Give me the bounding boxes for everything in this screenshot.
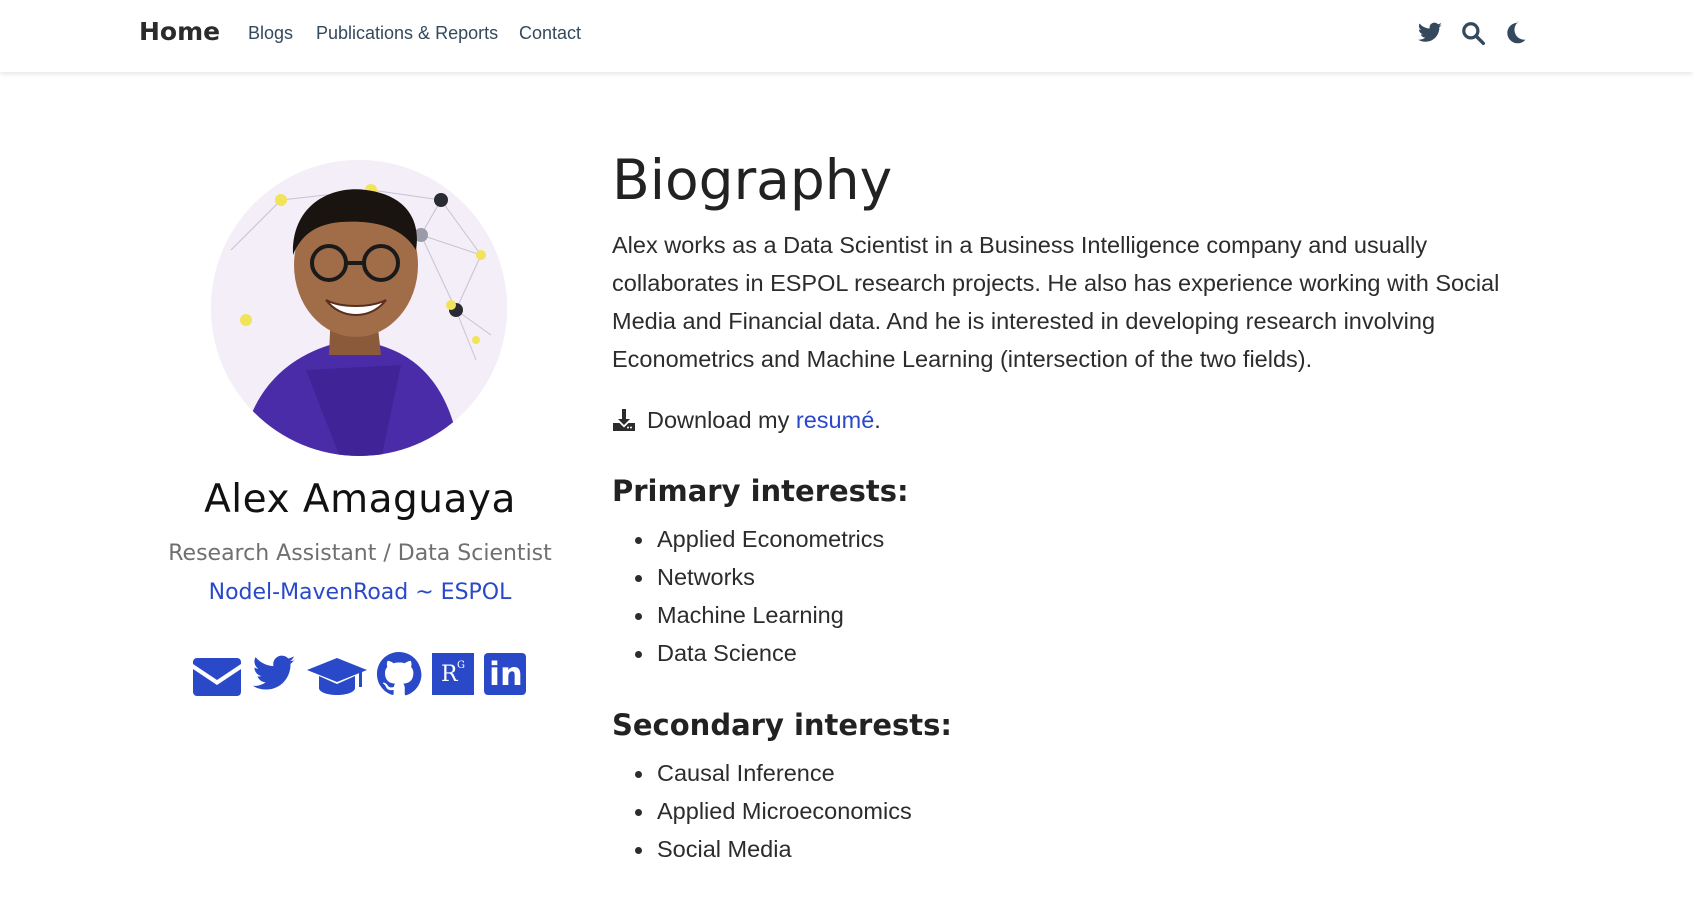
download-prefix: Download my xyxy=(647,406,796,433)
twitter-icon[interactable] xyxy=(251,650,297,698)
secondary-interests-title: Secondary interests: xyxy=(612,708,953,742)
linkedin-label: in xyxy=(489,655,523,693)
twitter-icon[interactable] xyxy=(1417,20,1443,46)
nav-link-blogs[interactable]: Blogs xyxy=(248,23,293,44)
envelope-icon[interactable] xyxy=(193,652,241,696)
graduation-cap-icon[interactable] xyxy=(307,650,367,698)
researchgate-label: R xyxy=(441,662,458,687)
download-icon xyxy=(613,409,635,431)
list-item: Data Science xyxy=(612,634,884,672)
profile-name: Alex Amaguaya xyxy=(204,477,516,522)
resume-link[interactable]: resumé xyxy=(796,407,874,434)
nav-link-publications[interactable]: Publications & Reports xyxy=(316,23,498,44)
linkedin-icon[interactable]: in xyxy=(484,653,526,695)
primary-interests-title: Primary interests: xyxy=(612,474,909,508)
moon-icon[interactable] xyxy=(1503,20,1529,46)
biography-title: Biography xyxy=(612,148,893,212)
list-item: Networks xyxy=(612,558,884,596)
brand-home-link[interactable]: Home xyxy=(139,17,220,46)
list-item: Social Media xyxy=(612,830,912,868)
primary-interests-list: Applied Econometrics Networks Machine Le… xyxy=(612,520,884,672)
biography-text: Alex works as a Data Scientist in a Busi… xyxy=(612,232,1500,372)
list-item: Causal Inference xyxy=(612,754,912,792)
download-resume: Download my resumé. xyxy=(612,405,881,435)
download-suffix: . xyxy=(874,406,881,433)
profile-organization-link[interactable]: Nodel-MavenRoad ~ ESPOL xyxy=(60,580,660,605)
list-item: Applied Econometrics xyxy=(612,520,884,558)
avatar xyxy=(211,160,507,456)
profile-role: Research Assistant / Data Scientist xyxy=(168,541,552,566)
navbar: Home Blogs Publications & Reports Contac… xyxy=(0,0,1693,72)
researchgate-sup: G xyxy=(457,660,465,671)
list-item: Machine Learning xyxy=(612,596,884,634)
github-icon[interactable] xyxy=(376,650,422,698)
list-item: Applied Microeconomics xyxy=(612,792,912,830)
researchgate-icon[interactable]: R G xyxy=(432,653,474,695)
nav-link-contact[interactable]: Contact xyxy=(519,23,581,44)
search-icon[interactable] xyxy=(1460,20,1486,46)
secondary-interests-list: Causal Inference Applied Microeconomics … xyxy=(612,754,912,868)
